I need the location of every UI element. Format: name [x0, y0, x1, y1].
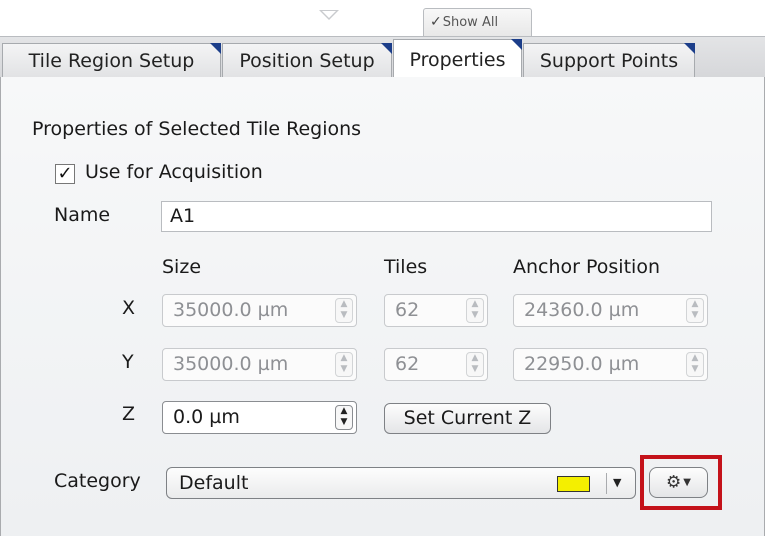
category-label: Category	[54, 470, 141, 492]
name-input[interactable]: A1	[161, 201, 712, 232]
spin-arrows-icon: ▲ ▼	[686, 352, 704, 377]
name-label: Name	[54, 204, 111, 226]
tab-corner-marker	[684, 43, 695, 54]
tab-support-points[interactable]: Support Points	[523, 43, 695, 78]
y-anchor-value: 22950.0 µm	[524, 353, 640, 375]
category-value: Default	[179, 472, 249, 494]
z-axis-label: Z	[122, 403, 136, 425]
tab-label: Support Points	[539, 50, 679, 72]
spin-arrows-icon: ▲ ▼	[335, 298, 353, 323]
chevron-down-icon[interactable]: ▼	[613, 468, 621, 498]
x-size-spinbox: 35000.0 µm ▲ ▼	[162, 294, 357, 327]
spin-arrows-icon: ▲ ▼	[335, 352, 353, 377]
gear-icon: ⚙	[666, 472, 682, 493]
options-menu-button[interactable]: ⚙ ▼	[649, 467, 708, 498]
y-axis-label: Y	[122, 351, 134, 373]
y-tiles-spinbox: 62 ▲ ▼	[384, 348, 488, 381]
dropdown-separator	[606, 473, 607, 494]
panel-gutter	[765, 36, 774, 536]
category-color-swatch	[557, 476, 590, 492]
size-column-header: Size	[162, 256, 202, 278]
collapse-arrow-icon[interactable]	[319, 10, 339, 20]
tab-strip: Tile Region Setup Position Setup Propert…	[0, 36, 774, 79]
tab-corner-marker	[210, 43, 221, 54]
z-position-value: 0.0 µm	[173, 406, 240, 428]
tiles-column-header: Tiles	[384, 256, 428, 278]
show-all-toggle[interactable]: ✓Show All	[423, 8, 532, 36]
y-size-spinbox: 35000.0 µm ▲ ▼	[162, 348, 357, 381]
tab-position-setup[interactable]: Position Setup	[222, 43, 392, 78]
x-anchor-value: 24360.0 µm	[524, 299, 640, 321]
panel-top-bar: ✓Show All	[0, 0, 774, 36]
spin-arrows-icon: ▲ ▼	[686, 298, 704, 323]
x-tiles-spinbox: 62 ▲ ▼	[384, 294, 488, 327]
y-anchor-spinbox: 22950.0 µm ▲ ▼	[513, 348, 708, 381]
spin-arrows-icon: ▲ ▼	[466, 298, 484, 323]
category-dropdown[interactable]: Default ▼	[166, 467, 636, 499]
checkmark-icon: ✓	[430, 14, 442, 30]
y-size-value: 35000.0 µm	[173, 353, 289, 375]
anchor-column-header: Anchor Position	[513, 256, 660, 278]
tab-tile-region-setup[interactable]: Tile Region Setup	[2, 43, 221, 78]
x-tiles-value: 62	[395, 299, 420, 321]
spin-arrows-icon[interactable]: ▲ ▼	[335, 405, 353, 430]
use-for-acquisition-label[interactable]: Use for Acquisition	[85, 161, 263, 183]
tab-properties[interactable]: Properties	[393, 39, 522, 79]
tab-corner-marker	[381, 43, 392, 54]
z-position-spinbox[interactable]: 0.0 µm ▲ ▼	[162, 401, 357, 434]
use-for-acquisition-checkbox[interactable]: ✓	[55, 164, 75, 184]
chevron-down-icon: ▼	[683, 477, 691, 488]
tab-label: Properties	[409, 49, 506, 71]
tab-label: Position Setup	[239, 50, 375, 72]
tab-label: Tile Region Setup	[28, 50, 195, 72]
x-axis-label: X	[122, 297, 136, 319]
show-all-label: Show All	[442, 15, 499, 30]
x-anchor-spinbox: 24360.0 µm ▲ ▼	[513, 294, 708, 327]
set-current-z-button[interactable]: Set Current Z	[384, 403, 551, 434]
y-tiles-value: 62	[395, 353, 420, 375]
tab-corner-marker	[511, 39, 522, 50]
x-size-value: 35000.0 µm	[173, 299, 289, 321]
spin-arrows-icon: ▲ ▼	[466, 352, 484, 377]
section-heading: Properties of Selected Tile Regions	[32, 118, 362, 140]
